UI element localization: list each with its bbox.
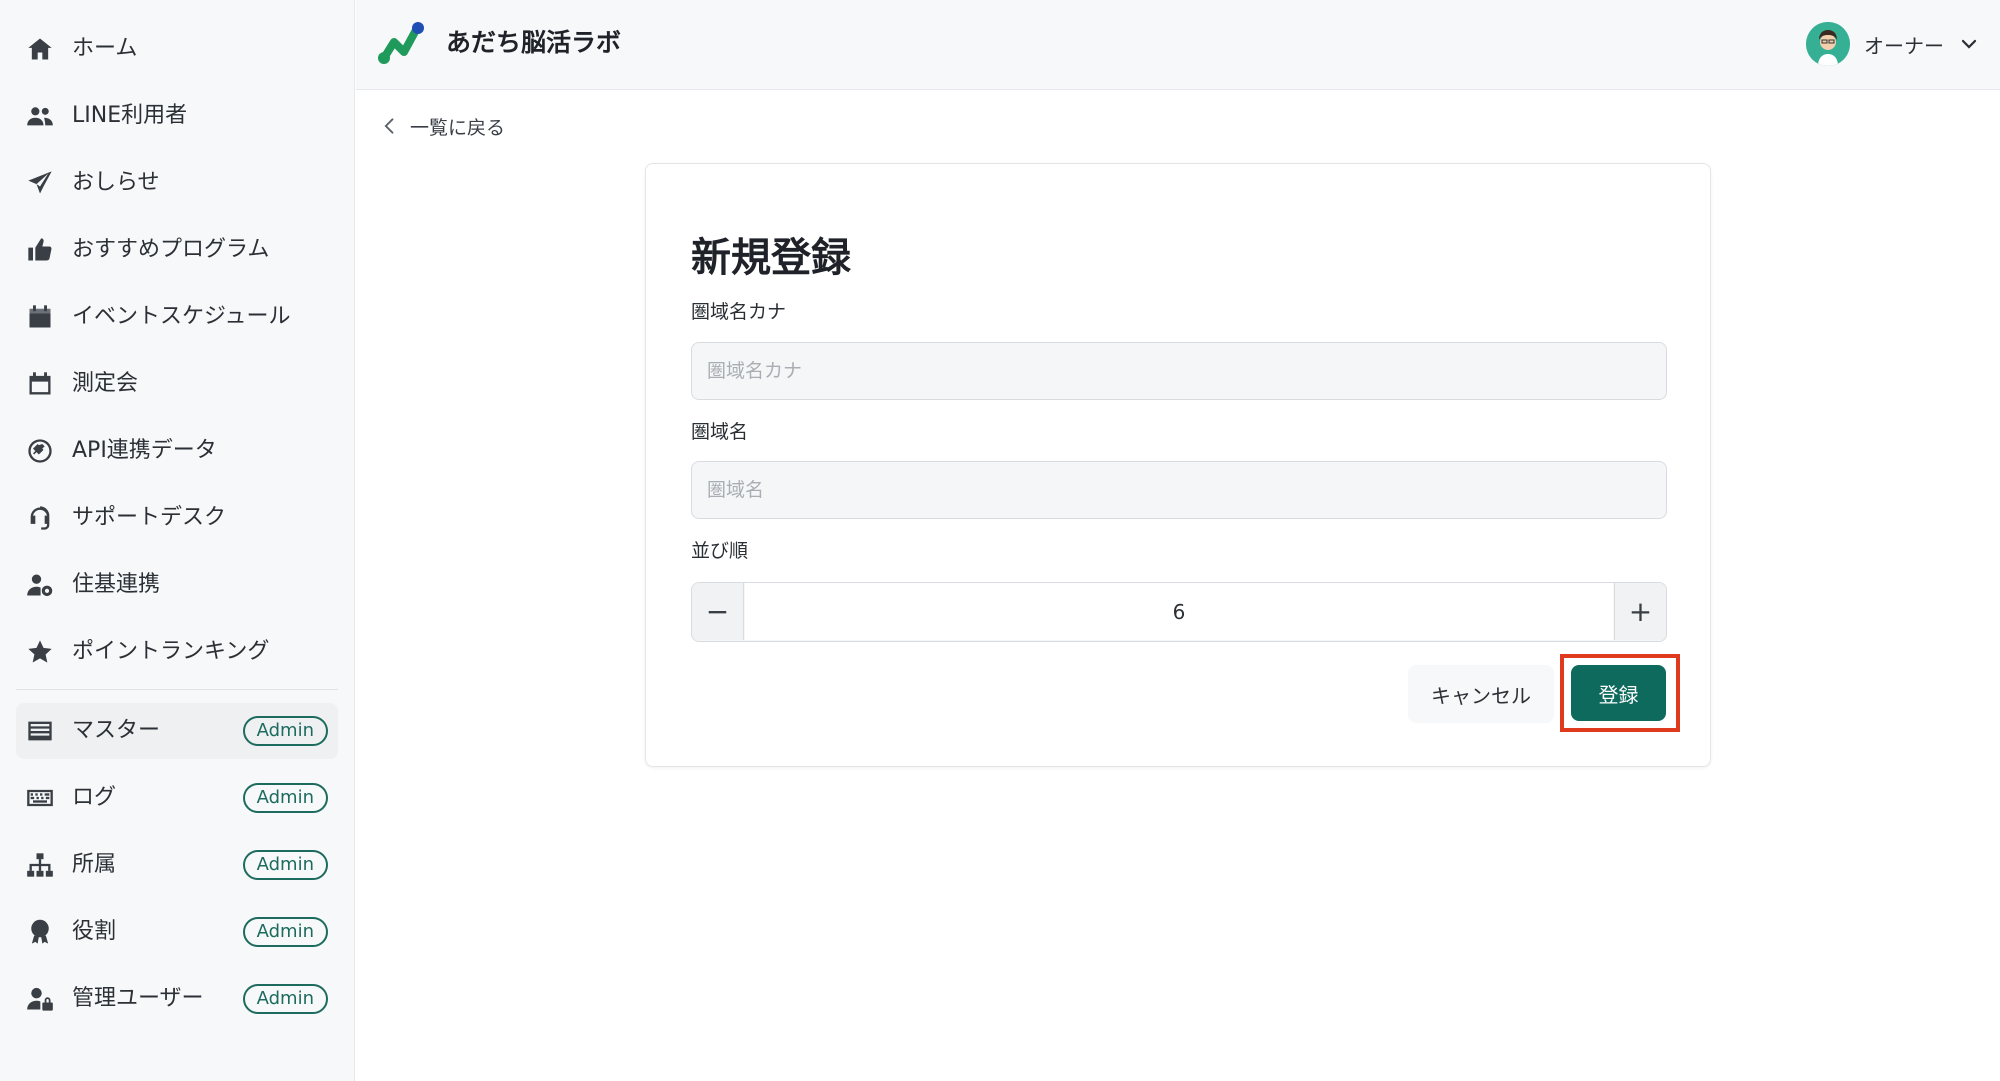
sort-order-stepper: − 6 + [691, 582, 1667, 642]
back-link-label: 一覧に戻る [410, 116, 506, 139]
thumbs-up-icon [26, 236, 54, 264]
sidebar-item-roles[interactable]: 役割 Admin [16, 904, 338, 960]
headset-icon [26, 504, 54, 532]
admin-badge: Admin [242, 917, 328, 947]
register-button[interactable]: 登録 [1571, 665, 1666, 721]
increment-button[interactable]: + [1614, 583, 1666, 640]
sidebar-item-resident-link[interactable]: 住基連携 [16, 557, 338, 613]
admin-badge: Admin [242, 850, 328, 880]
avatar [1806, 22, 1850, 66]
sidebar-item-logs[interactable]: ログ Admin [16, 770, 338, 826]
sitemap-icon [26, 851, 54, 879]
sidebar-item-affiliation[interactable]: 所属 Admin [16, 837, 338, 893]
kana-field-label: 圏域名カナ [691, 301, 787, 323]
sidebar-item-label: ログ [72, 785, 117, 810]
award-icon [26, 918, 54, 946]
star-icon [26, 638, 54, 666]
users-icon [26, 102, 54, 130]
calendar-icon [26, 303, 54, 331]
sidebar-item-label: LINE利用者 [72, 103, 188, 128]
chevron-down-icon [1961, 39, 1977, 49]
app-root: ホーム LINE利用者 おしらせ おすすめプログラム イベントスケジュール 測定… [0, 0, 2000, 1081]
sidebar-item-label: ホーム [72, 36, 138, 61]
sidebar-item-point-ranking[interactable]: ポイントランキング [16, 624, 338, 680]
paper-plane-icon [26, 169, 54, 197]
app-logo-icon [378, 22, 424, 64]
sidebar-item-home[interactable]: ホーム [16, 21, 338, 77]
sidebar-item-label: 役割 [72, 919, 117, 944]
home-icon [26, 35, 54, 63]
sidebar-item-api-data[interactable]: API連携データ [16, 423, 338, 479]
sidebar-item-label: マスター [72, 718, 161, 743]
user-gear-icon [26, 571, 54, 599]
keyboard-icon [26, 784, 54, 812]
name-field-label: 圏域名 [691, 421, 749, 443]
page-title: 新規登録 [691, 235, 851, 281]
order-field-label: 並び順 [691, 540, 749, 562]
sidebar-item-label: おすすめプログラム [72, 237, 270, 262]
user-lock-icon [26, 985, 54, 1013]
decrement-button[interactable]: − [692, 583, 744, 640]
sidebar-divider [16, 689, 338, 690]
sidebar-item-notices[interactable]: おしらせ [16, 155, 338, 211]
sidebar-item-line-users[interactable]: LINE利用者 [16, 88, 338, 144]
user-menu[interactable]: オーナー [1806, 20, 1978, 68]
plug-icon [26, 437, 54, 465]
sidebar-item-support-desk[interactable]: サポートデスク [16, 490, 338, 546]
sidebar-item-label: 測定会 [72, 371, 139, 396]
sidebar: ホーム LINE利用者 おしらせ おすすめプログラム イベントスケジュール 測定… [0, 0, 355, 1081]
user-name: オーナー [1864, 33, 1944, 58]
new-registration-card: 新規登録 圏域名カナ 圏域名 並び順 − 6 + キャンセル 登録 [645, 163, 1711, 767]
top-header: あだち脳活ラボ オーナー [356, 0, 2000, 90]
sidebar-item-measurement[interactable]: 測定会 [16, 356, 338, 412]
sidebar-item-master[interactable]: マスター Admin [16, 703, 338, 759]
cancel-button[interactable]: キャンセル [1408, 665, 1554, 723]
sidebar-item-label: イベントスケジュール [72, 304, 291, 329]
sidebar-item-label: 所属 [72, 852, 117, 877]
sidebar-item-label: サポートデスク [72, 505, 227, 530]
sidebar-item-label: 管理ユーザー [72, 986, 204, 1011]
calendar-outline-icon [26, 370, 54, 398]
chevron-left-icon [384, 118, 394, 134]
area-name-input[interactable] [691, 461, 1667, 519]
sort-order-value[interactable]: 6 [745, 583, 1613, 640]
admin-badge: Admin [242, 716, 328, 746]
sidebar-item-label: 住基連携 [72, 572, 161, 597]
sidebar-item-admin-users[interactable]: 管理ユーザー Admin [16, 971, 338, 1027]
sidebar-item-programs[interactable]: おすすめプログラム [16, 222, 338, 278]
sidebar-item-label: ポイントランキング [72, 639, 270, 664]
back-to-list-link[interactable]: 一覧に戻る [380, 112, 505, 140]
sidebar-item-events[interactable]: イベントスケジュール [16, 289, 338, 345]
sidebar-item-label: API連携データ [72, 438, 217, 463]
admin-badge: Admin [242, 984, 328, 1014]
app-title: あだち脳活ラボ [446, 28, 622, 57]
area-name-kana-input[interactable] [691, 342, 1667, 400]
admin-badge: Admin [242, 783, 328, 813]
sidebar-item-label: おしらせ [72, 170, 160, 195]
list-icon [26, 717, 54, 745]
